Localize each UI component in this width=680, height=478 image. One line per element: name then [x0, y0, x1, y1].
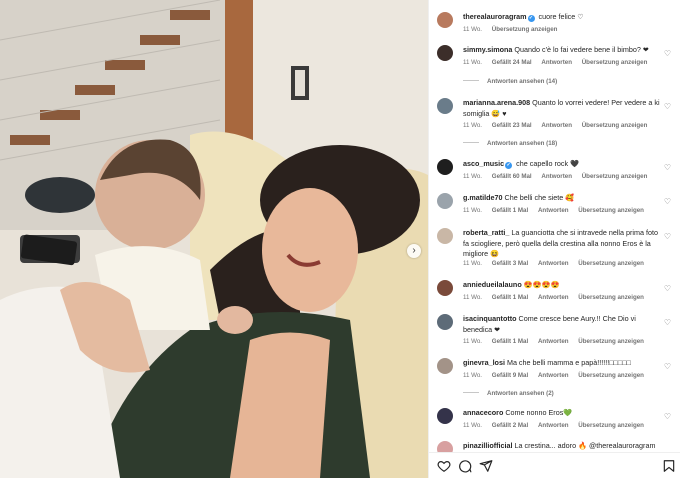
next-photo-button[interactable]: › — [407, 244, 421, 258]
comment-username[interactable]: pinazilliofficial — [463, 441, 513, 450]
avatar[interactable] — [437, 12, 453, 28]
comment-like-icon[interactable]: ♡ — [664, 285, 671, 293]
reply-button[interactable]: Antworten — [541, 59, 572, 66]
comment-likes[interactable]: Gefällt 1 Mal — [492, 294, 528, 301]
reply-button[interactable]: Antworten — [541, 173, 572, 180]
comment-text: 😍😍😍😍 — [523, 280, 560, 289]
bookmark-icon[interactable] — [662, 459, 676, 473]
comment-time: 11 Wo. — [463, 422, 483, 429]
avatar[interactable] — [437, 159, 453, 175]
translate-link[interactable]: Übersetzung anzeigen — [582, 122, 648, 129]
avatar[interactable] — [437, 193, 453, 209]
avatar[interactable] — [437, 45, 453, 61]
reply-button[interactable]: Antworten — [541, 122, 572, 129]
comment-time: 11 Wo. — [463, 372, 483, 379]
comments-list[interactable]: therealauroragram ✓ cuore felice ♡ 11 Wo.… — [429, 0, 680, 452]
translate-link[interactable]: Übersetzung anzeigen — [578, 294, 644, 301]
comment-time: 11 Wo. — [463, 294, 483, 301]
reply-button[interactable]: Antworten — [538, 260, 569, 267]
verified-icon: ✓ — [527, 15, 535, 22]
comment-like-icon[interactable]: ♡ — [664, 363, 671, 371]
translate-link[interactable]: Übersetzung anzeigen — [578, 422, 644, 429]
comment-username[interactable]: asco_music — [463, 159, 504, 168]
avatar[interactable] — [437, 358, 453, 374]
photo-illustration — [0, 0, 428, 478]
comment-time: 11 Wo. — [463, 59, 483, 66]
avatar[interactable] — [437, 98, 453, 114]
comment-like-icon[interactable]: ♡ — [664, 233, 671, 241]
comment-text: Ma che belli mamma e papà!!!!!!□□□□□ — [506, 358, 631, 367]
avatar[interactable] — [437, 408, 453, 424]
reply-button[interactable]: Antworten — [538, 372, 569, 379]
verified-icon: ✓ — [505, 162, 513, 169]
caption-username[interactable]: therealauroragram — [463, 12, 527, 21]
send-icon[interactable] — [479, 459, 493, 473]
translate-link[interactable]: Übersetzung anzeigen — [582, 59, 648, 66]
comment-like-icon[interactable]: ♡ — [664, 50, 671, 58]
translate-link[interactable]: Übersetzung anzeigen — [492, 26, 558, 33]
reply-button[interactable]: Antworten — [538, 294, 569, 301]
comment-likes[interactable]: Gefällt 9 Mal — [492, 372, 528, 379]
view-replies-button[interactable]: Antworten ansehen (2) — [463, 390, 554, 397]
comment-time: 11 Wo. — [463, 122, 483, 129]
comment-text: che capello rock 🖤 — [516, 159, 580, 168]
comment-like-icon[interactable]: ♡ — [664, 319, 671, 327]
translate-link[interactable]: Übersetzung anzeigen — [578, 207, 644, 214]
comment-likes[interactable]: Gefällt 3 Mal — [492, 260, 528, 267]
comments-panel: therealauroragram ✓ cuore felice ♡ 11 Wo.… — [428, 0, 680, 478]
comment-time: 11 Wo. — [463, 338, 483, 345]
heart-icon[interactable] — [437, 459, 451, 473]
comment-like-icon[interactable]: ♡ — [664, 164, 671, 172]
comment-username[interactable]: simmy.simona — [463, 45, 512, 54]
comment-username[interactable]: roberta_ratti_ — [463, 228, 509, 237]
post-photo: › — [0, 0, 428, 478]
translate-link[interactable]: Übersetzung anzeigen — [578, 260, 644, 267]
translate-link[interactable]: Übersetzung anzeigen — [578, 372, 644, 379]
avatar[interactable] — [437, 228, 453, 244]
comment-text: Che belli che siete 🥰 — [504, 193, 575, 202]
avatar[interactable] — [437, 441, 453, 452]
reply-button[interactable]: Antworten — [538, 422, 569, 429]
comment-time: 11 Wo. — [463, 260, 483, 267]
translate-link[interactable]: Übersetzung anzeigen — [582, 173, 648, 180]
view-replies-button[interactable]: Antworten ansehen (14) — [463, 78, 557, 85]
comment-likes[interactable]: Gefällt 1 Mal — [492, 338, 528, 345]
reply-button[interactable]: Antworten — [538, 207, 569, 214]
comment-likes[interactable]: Gefällt 1 Mal — [492, 207, 528, 214]
caption-text: cuore felice ♡ — [538, 12, 584, 21]
comment-text: La crestina... adoro 🔥 @therealauroragra… — [514, 441, 656, 450]
caption-time: 11 Wo. — [463, 26, 483, 33]
comment-time: 11 Wo. — [463, 207, 483, 214]
comment-username[interactable]: annacecoro — [463, 408, 503, 417]
comment-icon[interactable] — [458, 459, 472, 473]
comment-text: Quando c'è lo fai vedere bene il bimbo? … — [514, 45, 649, 54]
view-replies-button[interactable]: Antworten ansehen (18) — [463, 140, 557, 147]
reply-button[interactable]: Antworten — [538, 338, 569, 345]
comment-like-icon[interactable]: ♡ — [664, 198, 671, 206]
comment-username[interactable]: anniedueilalauno — [463, 280, 522, 289]
comment-likes[interactable]: Gefällt 24 Mal — [492, 59, 532, 66]
comment-likes[interactable]: Gefällt 60 Mal — [492, 173, 532, 180]
comment-text: Come nonno Eros💚 — [505, 408, 573, 417]
comment-username[interactable]: ginevra_losi — [463, 358, 505, 367]
translate-link[interactable]: Übersetzung anzeigen — [578, 338, 644, 345]
post-action-bar — [429, 452, 680, 478]
comment-like-icon[interactable]: ♡ — [664, 103, 671, 111]
avatar[interactable] — [437, 280, 453, 296]
avatar[interactable] — [437, 314, 453, 330]
comment-likes[interactable]: Gefällt 23 Mal — [492, 122, 532, 129]
comment-username[interactable]: g.matilde70 — [463, 193, 503, 202]
chevron-right-icon: › — [412, 245, 416, 256]
comment-likes[interactable]: Gefällt 2 Mal — [492, 422, 528, 429]
comment-username[interactable]: marianna.arena.908 — [463, 98, 530, 107]
comment-username[interactable]: isacinquantotto — [463, 314, 517, 323]
comment-like-icon[interactable]: ♡ — [664, 413, 671, 421]
comment-time: 11 Wo. — [463, 173, 483, 180]
